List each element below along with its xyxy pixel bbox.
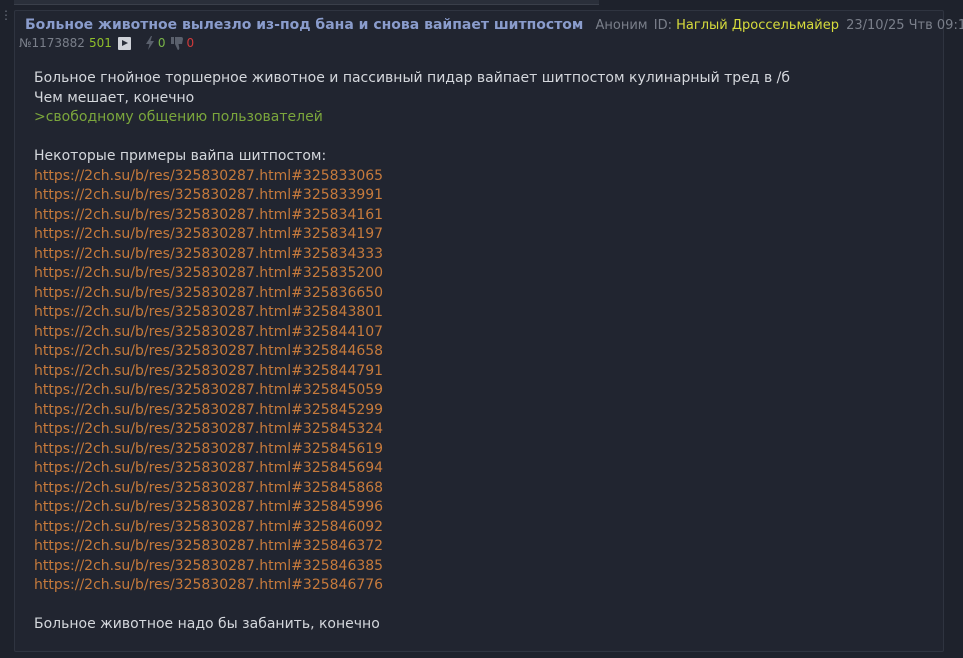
post-meta-row: №1173882 501 0 0 xyxy=(19,36,194,50)
closing-line: Больное животное надо бы забанить, конеч… xyxy=(34,616,380,632)
poster-id-label: ID: xyxy=(653,18,672,33)
thread-link[interactable]: https://2ch.su/b/res/325830287.html#3258… xyxy=(34,381,933,401)
dislike-count: 0 xyxy=(186,36,195,50)
post-menu-dots-icon[interactable]: ⋮ xyxy=(0,9,13,21)
previous-post-edge xyxy=(14,0,599,5)
like-count: 0 xyxy=(157,36,166,50)
post-text-line: Больное гнойное торшерное животное и пас… xyxy=(34,70,790,86)
post-subject: Больное животное вылезло из-под бана и с… xyxy=(25,17,584,33)
post-number[interactable]: №1173882 xyxy=(19,36,85,50)
thread-link[interactable]: https://2ch.su/b/res/325830287.html#3258… xyxy=(34,420,933,440)
thread-link[interactable]: https://2ch.su/b/res/325830287.html#3258… xyxy=(34,479,933,499)
thread-link[interactable]: https://2ch.su/b/res/325830287.html#3258… xyxy=(34,576,933,596)
bolt-icon[interactable] xyxy=(145,36,155,50)
reply-count[interactable]: 501 xyxy=(89,36,112,50)
thumbs-down-icon[interactable] xyxy=(171,36,184,50)
thread-page: ⋮ Больное животное вылезло из-под бана и… xyxy=(0,0,963,658)
thread-link[interactable]: https://2ch.su/b/res/325830287.html#3258… xyxy=(34,225,933,245)
post-text-line: Чем мешает, конечно xyxy=(34,89,195,106)
thread-link[interactable]: https://2ch.su/b/res/325830287.html#3258… xyxy=(34,557,933,577)
thread-link[interactable]: https://2ch.su/b/res/325830287.html#3258… xyxy=(34,459,933,479)
thread-link[interactable]: https://2ch.su/b/res/325830287.html#3258… xyxy=(34,245,933,265)
thread-link[interactable]: https://2ch.su/b/res/325830287.html#3258… xyxy=(34,518,933,538)
examples-heading: Некоторые примеры вайпа шитпостом: xyxy=(34,148,327,164)
poster-id-name[interactable]: Наглый Дроссельмайер xyxy=(676,18,839,33)
thread-link[interactable]: https://2ch.su/b/res/325830287.html#3258… xyxy=(34,342,933,362)
post-body: Больное гнойное торшерное животное и пас… xyxy=(34,69,933,635)
thread-link[interactable]: https://2ch.su/b/res/325830287.html#3258… xyxy=(34,303,933,323)
post-header: Больное животное вылезло из-под бана и с… xyxy=(25,17,963,34)
thread-link[interactable]: https://2ch.su/b/res/325830287.html#3258… xyxy=(34,186,933,206)
thread-link[interactable]: https://2ch.su/b/res/325830287.html#3258… xyxy=(34,401,933,421)
thread-link[interactable]: https://2ch.su/b/res/325830287.html#3258… xyxy=(34,264,933,284)
thread-link[interactable]: https://2ch.su/b/res/325830287.html#3258… xyxy=(34,167,933,187)
thread-link[interactable]: https://2ch.su/b/res/325830287.html#3258… xyxy=(34,362,933,382)
greentext-quote: >свободному общению пользователей xyxy=(34,109,323,125)
thread-link[interactable]: https://2ch.su/b/res/325830287.html#3258… xyxy=(34,440,933,460)
thread-link[interactable]: https://2ch.su/b/res/325830287.html#3258… xyxy=(34,498,933,518)
link-list: https://2ch.su/b/res/325830287.html#3258… xyxy=(34,167,933,596)
post: Больное животное вылезло из-под бана и с… xyxy=(14,10,963,652)
thread-link[interactable]: https://2ch.su/b/res/325830287.html#3258… xyxy=(34,323,933,343)
thread-link[interactable]: https://2ch.su/b/res/325830287.html#3258… xyxy=(34,284,933,304)
post-author: Аноним xyxy=(595,18,648,33)
thread-link[interactable]: https://2ch.su/b/res/325830287.html#3258… xyxy=(34,206,933,226)
thread-link[interactable]: https://2ch.su/b/res/325830287.html#3258… xyxy=(34,537,933,557)
play-icon[interactable] xyxy=(117,36,131,50)
post-date: 23/10/25 Чтв 09:12:59 xyxy=(846,18,963,33)
